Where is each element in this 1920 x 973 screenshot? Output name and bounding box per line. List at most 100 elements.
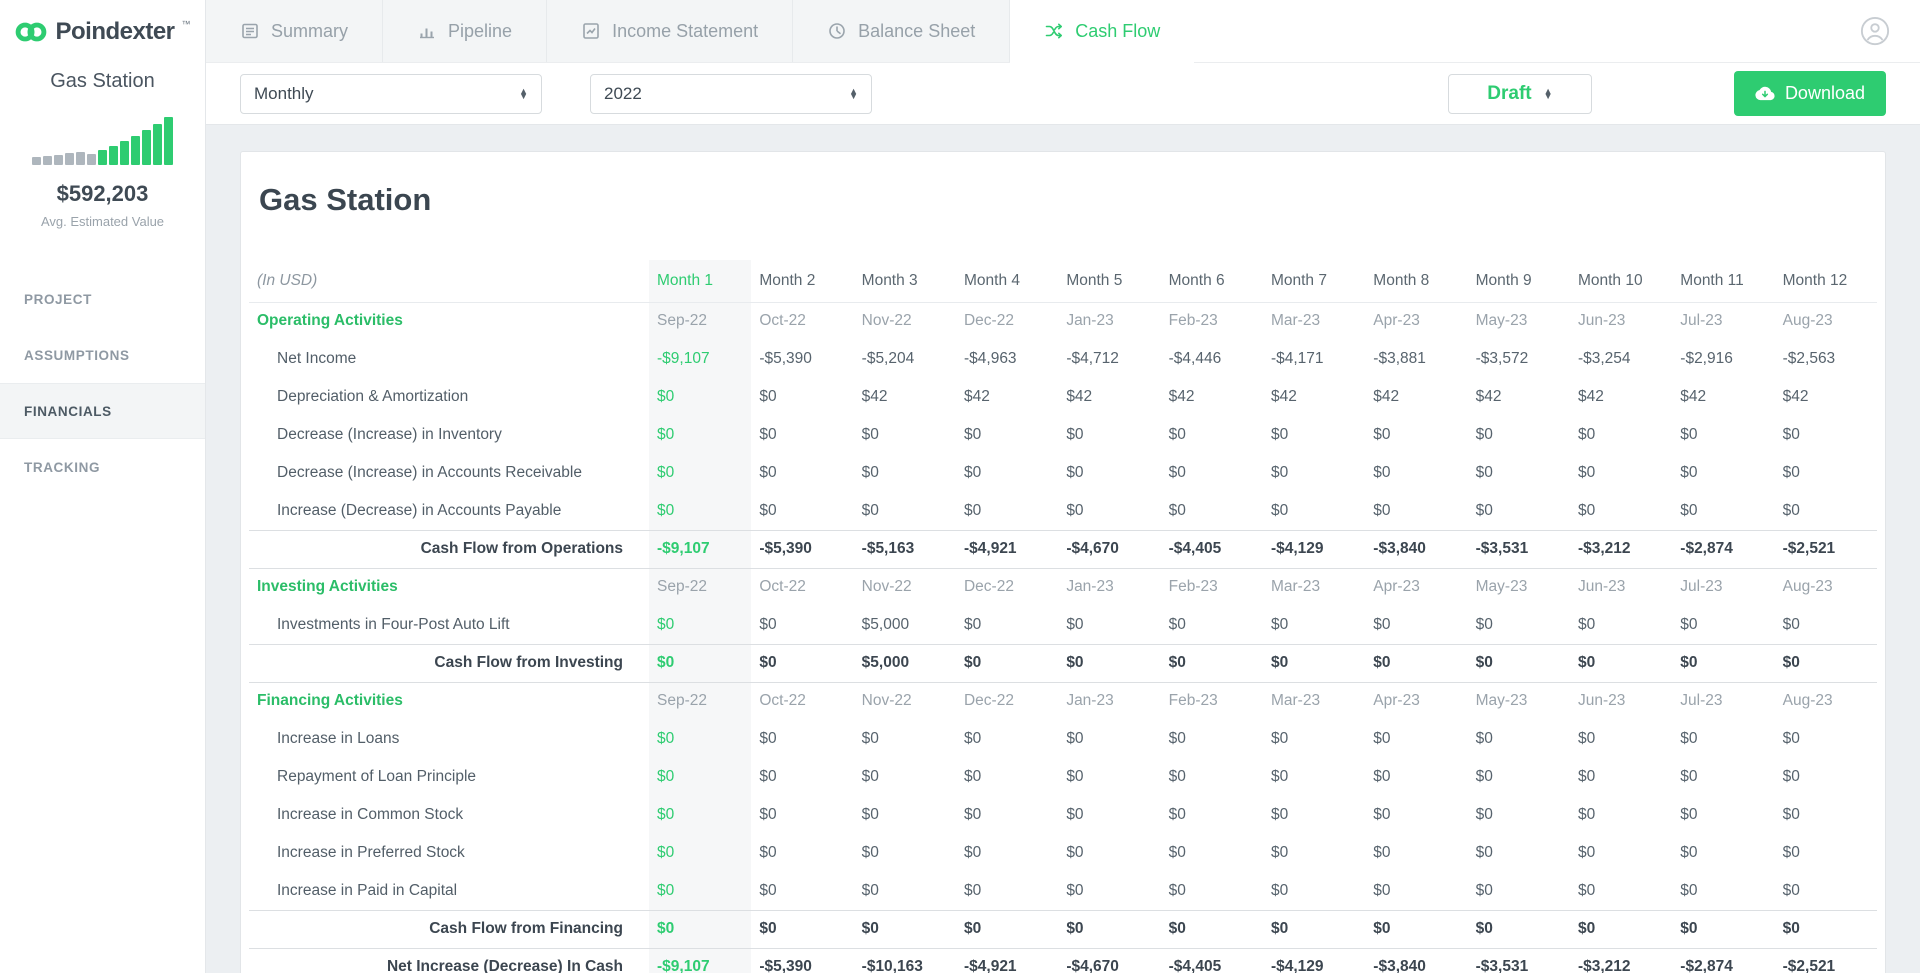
cell: $0 <box>861 881 879 899</box>
cell: $0 <box>955 643 1059 683</box>
month-column-header: Month 6 <box>1160 260 1263 303</box>
cell: $0 <box>1577 844 1596 861</box>
tab-pipeline[interactable]: Pipeline <box>383 0 548 62</box>
cell: Jul-23 <box>1680 312 1723 330</box>
row-label: Increase in Loans <box>277 730 400 747</box>
tab-summary[interactable]: Summary <box>206 0 384 62</box>
brand-trademark: ™ <box>181 19 191 29</box>
cell: Sep-22 <box>649 568 752 606</box>
cell: Jul-23 <box>1680 578 1723 596</box>
cell: -$2,874 <box>1672 529 1775 569</box>
tab-cash-flow[interactable]: Cash Flow <box>1010 0 1195 62</box>
cell: $5,000 <box>853 643 956 683</box>
cell: $0 <box>1475 881 1493 899</box>
spark-bar <box>54 154 63 165</box>
cell: $0 <box>1577 881 1596 899</box>
cell: $0 <box>861 806 879 823</box>
cell: -$2,563 <box>1782 350 1836 367</box>
table-row-item: Repayment of Loan Principle $0 $0 $0 $0 $0 $0 $… <box>249 758 1877 796</box>
table-row-item: Increase in Preferred Stock $0 $0 $0 $0 $0 $0 $… <box>249 834 1877 872</box>
cell: $42 <box>1066 388 1093 405</box>
cell: $0 <box>1782 730 1800 747</box>
cell: -$2,916 <box>1680 350 1733 367</box>
cell: Feb-23 <box>1168 312 1218 330</box>
cell: $0 <box>1058 909 1161 949</box>
status-select[interactable]: Draft ▲ ▼ <box>1447 73 1592 114</box>
cell: $0 <box>751 909 854 949</box>
cell: $0 <box>963 501 982 519</box>
spark-bar <box>109 146 118 165</box>
cell: $0 <box>1475 464 1493 481</box>
cell: $0 <box>853 909 956 949</box>
user-help-button[interactable] <box>1860 16 1890 46</box>
user-circle-icon <box>1860 16 1890 46</box>
table-row-item: Increase (Decrease) in Accounts Payable $… <box>249 492 1877 530</box>
tab-label: Balance Sheet <box>858 20 976 41</box>
sidebar-item-assumptions[interactable]: ASSUMPTIONS <box>0 327 205 383</box>
sidebar-item-tracking[interactable]: TRACKING <box>0 439 205 495</box>
cell: $0 <box>1270 426 1289 443</box>
summary-icon <box>240 21 260 41</box>
table-row-total: Cash Flow from Financing $0 $0 $0 $0 $0 $0 $0 $0… <box>249 909 1877 949</box>
tab-balance-sheet[interactable]: Balance Sheet <box>793 0 1011 62</box>
cell: -$4,129 <box>1262 947 1366 973</box>
cell: $0 <box>1066 806 1084 823</box>
cell: $0 <box>1168 806 1186 823</box>
cell: $42 <box>1577 388 1604 405</box>
sidebar-item-financials[interactable]: FINANCIALS <box>0 383 205 439</box>
cell: $0 <box>1168 464 1186 481</box>
page-background: Gas Station (In USD) Month 1 Month 2 Month… <box>206 125 1920 973</box>
cell: $0 <box>1168 426 1186 443</box>
cell: Sep-22 <box>649 682 752 720</box>
brand-logo[interactable]: Poindexter ™ <box>0 0 205 54</box>
spark-bar <box>142 130 151 165</box>
row-label: Increase in Preferred Stock <box>277 844 465 861</box>
cell: -$9,107 <box>649 529 752 569</box>
spark-bar <box>98 150 107 165</box>
cell: -$3,531 <box>1467 947 1570 973</box>
period-select[interactable]: Monthly ▲ ▼ <box>240 73 542 114</box>
cell: $0 <box>1680 730 1698 747</box>
download-button[interactable]: Download <box>1733 71 1886 116</box>
cell: $0 <box>759 730 777 747</box>
cell: -$4,405 <box>1160 947 1263 973</box>
tab-bar: Summary Pipeline Income Statement Balanc… <box>206 0 1920 63</box>
pipeline-icon <box>417 21 437 41</box>
cell: Jun-23 <box>1577 692 1626 710</box>
cell: $0 <box>751 643 854 683</box>
table-row-total: Net Increase (Decrease) In Cash -$9,107 -$… <box>249 947 1877 973</box>
table-row-item: Decrease (Increase) in Accounts Receivab… <box>249 454 1877 492</box>
cell: $0 <box>1270 615 1289 633</box>
year-select[interactable]: 2022 ▲ ▼ <box>590 73 872 114</box>
row-label: Cash Flow from Operations <box>249 529 649 569</box>
spark-bar <box>131 136 140 165</box>
cell: $0 <box>1577 768 1596 785</box>
estimated-value: $592,203 <box>56 181 149 206</box>
row-label: Cash Flow from Investing <box>249 643 649 683</box>
cell: $0 <box>1270 501 1289 519</box>
tab-income-statement[interactable]: Income Statement <box>547 0 794 62</box>
cell: Apr-23 <box>1373 692 1420 710</box>
cell: -$9,107 <box>649 340 752 378</box>
row-label: Net Income <box>277 350 357 367</box>
cell: $0 <box>861 730 879 747</box>
cell: $0 <box>649 720 752 758</box>
cell: $0 <box>1066 464 1084 481</box>
cell: -$10,163 <box>853 947 956 973</box>
cell: Jun-23 <box>1577 312 1626 330</box>
table-row-section: Investing Activities Sep-22 Oct-22 Nov-22 De… <box>249 568 1877 606</box>
cell: $0 <box>1782 501 1800 519</box>
sidebar-item-project[interactable]: PROJECT <box>0 271 205 327</box>
cell: Aug-23 <box>1782 692 1833 710</box>
cell: $0 <box>649 416 752 454</box>
cell: Mar-23 <box>1270 692 1321 710</box>
cell: $0 <box>1066 615 1084 633</box>
cell: $0 <box>1475 730 1493 747</box>
cell: $0 <box>1066 501 1084 519</box>
cell: -$9,107 <box>649 947 752 973</box>
cell: -$2,874 <box>1672 947 1775 973</box>
balance-sheet-icon <box>827 21 847 41</box>
cell: $0 <box>1577 501 1596 519</box>
cell: $42 <box>1680 388 1707 405</box>
row-label: Net Increase (Decrease) In Cash <box>249 947 649 973</box>
